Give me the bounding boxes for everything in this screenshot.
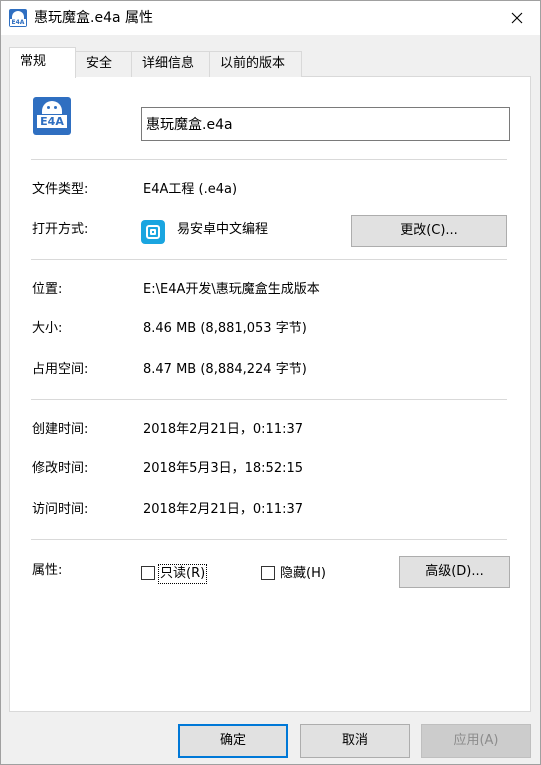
- created-value: 2018年2月21日，0:11:37: [143, 422, 304, 437]
- readonly-label[interactable]: 只读(R): [157, 564, 208, 584]
- e4a-file-icon: E4A: [9, 9, 27, 27]
- accessed-value: 2018年2月21日，0:11:37: [143, 502, 304, 517]
- advanced-button[interactable]: 高级(D)...: [399, 556, 510, 588]
- file-type-value: E4A工程 (.e4a): [143, 182, 238, 197]
- tab-security[interactable]: 安全: [75, 51, 132, 77]
- size-on-disk-label: 占用空间:: [32, 362, 89, 377]
- attributes-label: 属性:: [32, 563, 63, 578]
- created-label: 创建时间:: [32, 422, 89, 437]
- separator: [31, 159, 507, 160]
- window-title: 惠玩魔盒.e4a 属性: [34, 10, 153, 26]
- modified-label: 修改时间:: [32, 461, 89, 476]
- separator: [31, 539, 507, 540]
- location-value: E:\E4A开发\惠玩魔盒生成版本: [143, 282, 320, 297]
- readonly-checkbox[interactable]: [141, 566, 155, 580]
- tab-panel-general: [9, 76, 531, 712]
- title-bar[interactable]: E4A 惠玩魔盒.e4a 属性: [1, 1, 540, 35]
- apply-button[interactable]: 应用(A): [421, 724, 531, 758]
- separator: [31, 399, 507, 400]
- properties-dialog: E4A 惠玩魔盒.e4a 属性 常规 安全 详细信息 以前的版本 E4A 文件类…: [0, 0, 541, 765]
- filename-input[interactable]: [141, 107, 510, 141]
- ok-button[interactable]: 确定: [178, 724, 288, 758]
- tab-general[interactable]: 常规: [9, 47, 76, 78]
- tab-previous-versions[interactable]: 以前的版本: [209, 51, 302, 77]
- tab-details[interactable]: 详细信息: [131, 51, 210, 77]
- size-label: 大小:: [32, 321, 63, 336]
- close-button[interactable]: [494, 1, 540, 35]
- e4a-file-large-icon: E4A: [33, 97, 71, 135]
- size-value: 8.46 MB (8,881,053 字节): [143, 321, 307, 336]
- modified-value: 2018年5月3日，18:52:15: [143, 461, 304, 476]
- tab-strip: 常规 安全 详细信息 以前的版本: [9, 47, 302, 78]
- close-icon: [511, 12, 523, 24]
- size-on-disk-value: 8.47 MB (8,884,224 字节): [143, 362, 307, 377]
- cancel-button[interactable]: 取消: [300, 724, 410, 758]
- open-with-value: 易安卓中文编程: [177, 222, 269, 237]
- change-button[interactable]: 更改(C)...: [351, 215, 507, 247]
- open-with-label: 打开方式:: [32, 222, 89, 237]
- file-type-label: 文件类型:: [32, 182, 89, 197]
- hidden-label[interactable]: 隐藏(H): [280, 565, 326, 583]
- separator: [31, 259, 507, 260]
- e4a-app-icon: [141, 220, 165, 244]
- hidden-checkbox[interactable]: [261, 566, 275, 580]
- location-label: 位置:: [32, 282, 63, 297]
- accessed-label: 访问时间:: [32, 502, 89, 517]
